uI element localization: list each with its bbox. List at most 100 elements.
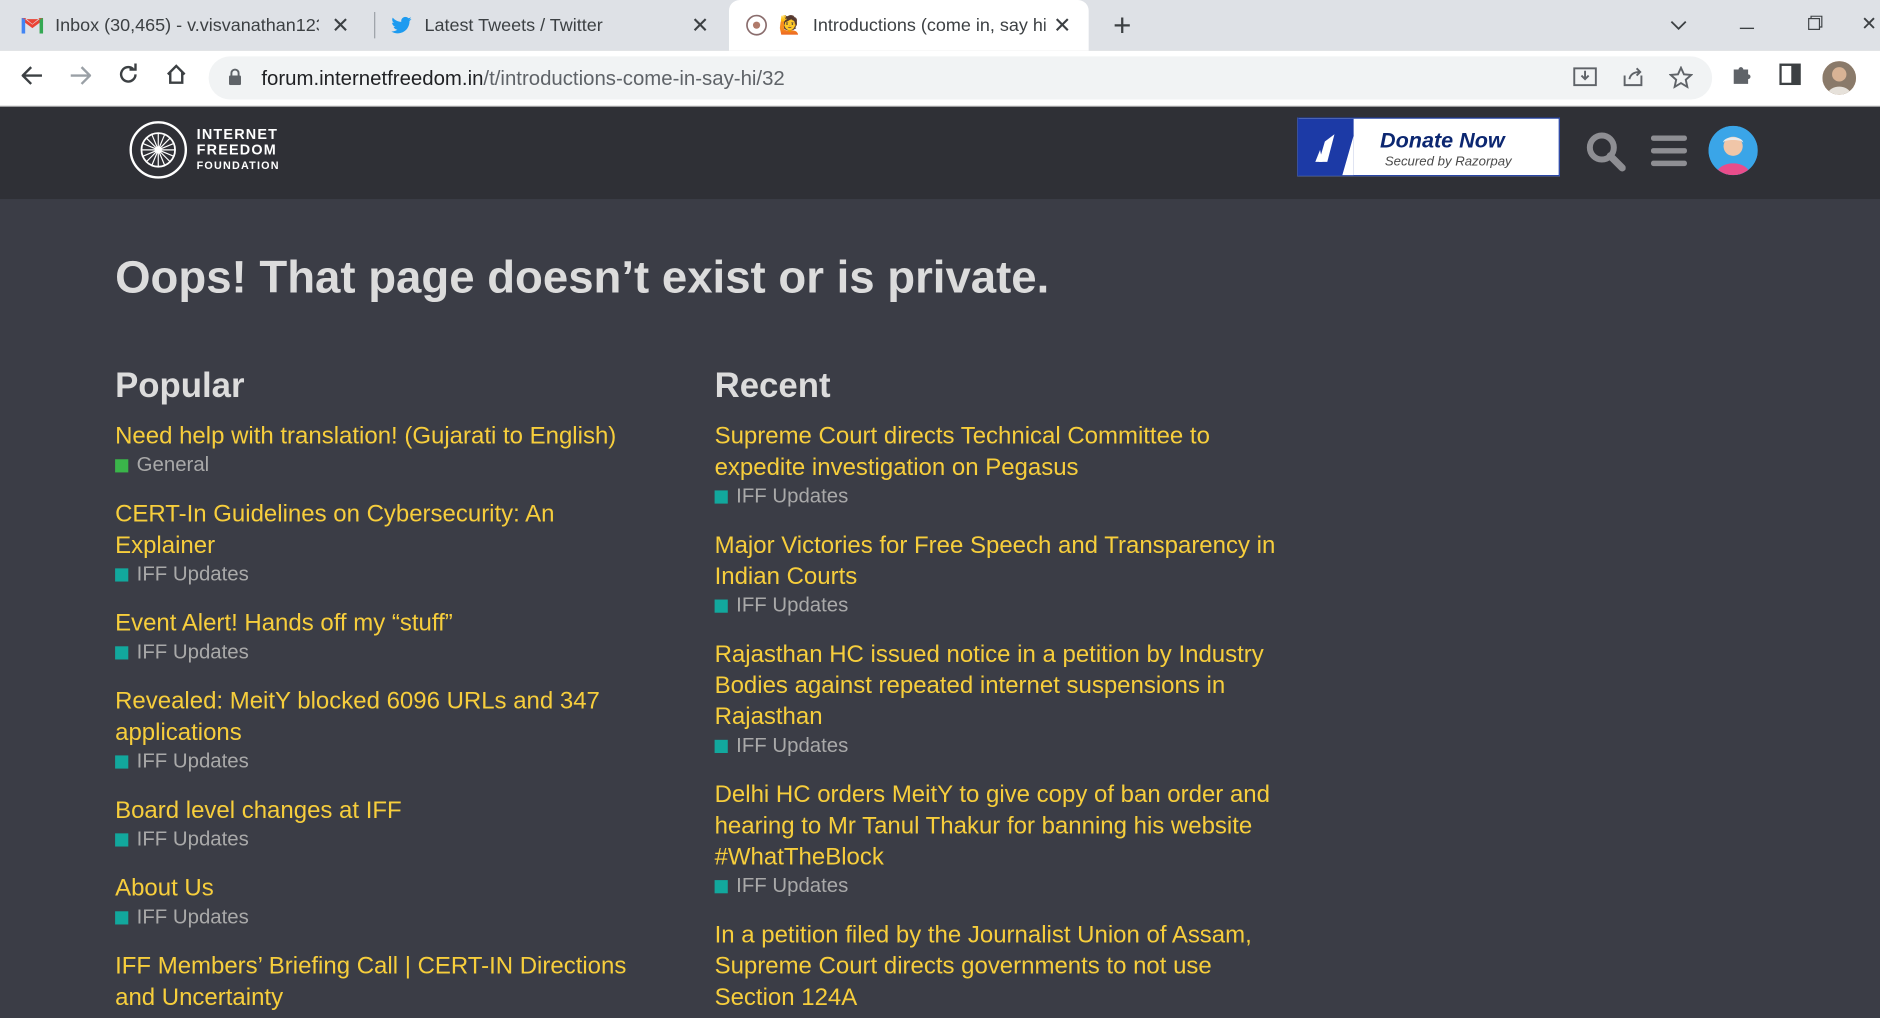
topic-list-item: Revealed: MeitY blocked 6096 URLs and 34…	[115, 686, 655, 775]
category-label: IFF Updates	[136, 562, 249, 586]
category-label: IFF Updates	[136, 905, 249, 929]
category-color-square	[115, 567, 129, 581]
category-badge[interactable]: IFF Updates	[714, 592, 1279, 618]
topic-link[interactable]: Major Victories for Free Speech and Tran…	[715, 530, 1279, 592]
donate-label: Donate Now	[1380, 128, 1505, 153]
category-badge[interactable]: IFF Updates	[115, 826, 655, 852]
logo-line-1: INTERNET	[196, 125, 279, 143]
category-color-square	[115, 645, 129, 659]
category-color-square	[115, 832, 129, 846]
topic-list-item: Supreme Court directs Technical Committe…	[714, 421, 1279, 510]
category-label: IFF Updates	[736, 484, 849, 508]
topic-list-item: IFF Members’ Briefing Call | CERT-IN Dir…	[115, 951, 655, 1013]
category-label: IFF Updates	[136, 827, 249, 851]
recent-heading: Recent	[714, 366, 831, 406]
hamburger-menu-icon[interactable]	[1650, 131, 1691, 172]
install-app-icon[interactable]	[1573, 66, 1597, 90]
topic-link[interactable]: CERT-In Guidelines on Cybersecurity: An …	[115, 499, 655, 561]
logo-line-2: FREEDOM	[196, 140, 277, 158]
category-badge[interactable]: IFF Updates	[714, 483, 1279, 509]
user-avatar[interactable]	[1708, 125, 1758, 176]
topic-list-item: Delhi HC orders MeitY to give copy of ba…	[714, 779, 1279, 899]
category-color-square	[714, 489, 728, 504]
tab-title: Inbox (30,465) - v.visvanathan123	[55, 14, 319, 36]
category-color-square	[115, 458, 129, 472]
topic-link[interactable]: Board level changes at IFF	[115, 795, 655, 826]
address-bar[interactable]: forum.internetfreedom.in/t/introductions…	[208, 56, 1713, 100]
category-label: IFF Updates	[736, 593, 849, 617]
lock-icon	[229, 68, 241, 86]
close-tab-icon[interactable]: ✕	[329, 13, 353, 37]
popular-column: Popular Need help with translation! (Guj…	[115, 367, 655, 1018]
tab-divider	[374, 11, 376, 39]
topic-link[interactable]: Delhi HC orders MeitY to give copy of ba…	[715, 779, 1279, 873]
topic-list-item: Event Alert! Hands off my “stuff” IFF Upd…	[115, 608, 655, 666]
donate-now-button[interactable]: Donate Now Secured by Razorpay	[1297, 117, 1560, 177]
category-label: General	[136, 453, 210, 477]
topic-link[interactable]: IFF Members’ Briefing Call | CERT-IN Dir…	[115, 951, 655, 1013]
category-badge[interactable]: IFF Updates	[115, 561, 655, 587]
browser-tab-strip: Inbox (30,465) - v.visvanathan123 ✕ Late…	[0, 0, 1880, 51]
category-label: IFF Updates	[136, 749, 249, 773]
main-content: Oops! That page doesn’t exist or is priv…	[0, 199, 1880, 1018]
reload-icon[interactable]	[113, 62, 144, 93]
razorpay-logo-icon	[1298, 118, 1354, 176]
category-color-square	[115, 754, 129, 768]
recent-topic-list: Supreme Court directs Technical Committe…	[714, 421, 1279, 1014]
minimize-icon[interactable]	[1731, 10, 1762, 41]
donate-sublabel: Secured by Razorpay	[1384, 154, 1512, 170]
tab-twitter[interactable]: Latest Tweets / Twitter ✕	[391, 0, 727, 50]
restore-icon[interactable]	[1800, 10, 1831, 41]
profile-avatar[interactable]	[1822, 61, 1857, 95]
popular-topic-list: Need help with translation! (Gujarati to…	[115, 421, 655, 1013]
category-label: IFF Updates	[136, 640, 249, 664]
site-header: INTERNET FREEDOM FOUNDATION Donate Now S…	[0, 106, 1880, 200]
search-icon[interactable]	[1585, 131, 1626, 172]
topic-link[interactable]: In a petition filed by the Journalist Un…	[715, 920, 1279, 1014]
category-color-square	[115, 910, 129, 924]
close-tab-icon[interactable]: ✕	[688, 13, 712, 37]
category-badge[interactable]: General	[115, 452, 655, 478]
url-path: /t/introductions-come-in-say-hi/32	[483, 67, 785, 90]
extensions-puzzle-icon[interactable]	[1727, 62, 1758, 93]
category-badge[interactable]: IFF Updates	[115, 639, 655, 665]
share-icon[interactable]	[1621, 66, 1645, 90]
url-text[interactable]: forum.internetfreedom.in/t/introductions…	[261, 67, 784, 91]
category-color-square	[714, 739, 728, 753]
category-color-square	[714, 598, 728, 613]
tab-introductions[interactable]: 🙋 Introductions (come in, say hi ✕	[728, 0, 1089, 51]
logo-wordmark: INTERNET FREEDOM FOUNDATION	[196, 125, 280, 174]
iff-logo[interactable]: INTERNET FREEDOM FOUNDATION	[129, 121, 279, 179]
category-badge[interactable]: IFF Updates	[115, 748, 655, 774]
bookmark-star-icon[interactable]	[1668, 65, 1694, 90]
close-tab-icon[interactable]: ✕	[1050, 13, 1074, 37]
topic-list-item: Need help with translation! (Gujarati to…	[115, 421, 655, 479]
category-badge[interactable]: IFF Updates	[714, 733, 1279, 759]
new-tab-button[interactable]: +	[1108, 10, 1137, 41]
category-label: IFF Updates	[736, 733, 849, 757]
recent-column: Recent Supreme Court directs Technical C…	[714, 366, 1279, 1018]
tab-title: Latest Tweets / Twitter	[424, 14, 603, 36]
close-window-icon[interactable]: ✕	[1854, 10, 1880, 41]
topic-link[interactable]: Revealed: MeitY blocked 6096 URLs and 34…	[115, 686, 655, 748]
side-panel-icon[interactable]	[1774, 62, 1805, 93]
topic-link[interactable]: About Us	[115, 873, 655, 904]
tab-gmail[interactable]: Inbox (30,465) - v.visvanathan123 ✕	[21, 0, 367, 50]
forward-arrow-icon[interactable]	[65, 62, 96, 93]
tab-search-chevron-icon[interactable]	[1663, 10, 1694, 41]
back-arrow-icon[interactable]	[17, 62, 48, 93]
topic-link[interactable]: Need help with translation! (Gujarati to…	[115, 421, 655, 452]
topic-list-item: About Us IFF Updates	[115, 873, 655, 931]
twitter-icon	[391, 14, 413, 36]
category-badge[interactable]: IFF Updates	[714, 873, 1279, 899]
topic-list-item: Major Victories for Free Speech and Tran…	[714, 530, 1279, 619]
topic-link[interactable]: Event Alert! Hands off my “stuff”	[115, 608, 655, 639]
tab-title: Introductions (come in, say hi	[812, 14, 1046, 36]
topic-list-item: Board level changes at IFF IFF Updates	[115, 795, 655, 853]
topic-link[interactable]: Supreme Court directs Technical Committe…	[715, 421, 1279, 483]
logo-line-3: FOUNDATION	[196, 158, 280, 171]
topic-link[interactable]: Rajasthan HC issued notice in a petition…	[715, 639, 1279, 733]
category-badge[interactable]: IFF Updates	[115, 904, 655, 930]
home-icon[interactable]	[161, 62, 192, 93]
page-title: Oops! That page doesn’t exist or is priv…	[115, 253, 1050, 304]
